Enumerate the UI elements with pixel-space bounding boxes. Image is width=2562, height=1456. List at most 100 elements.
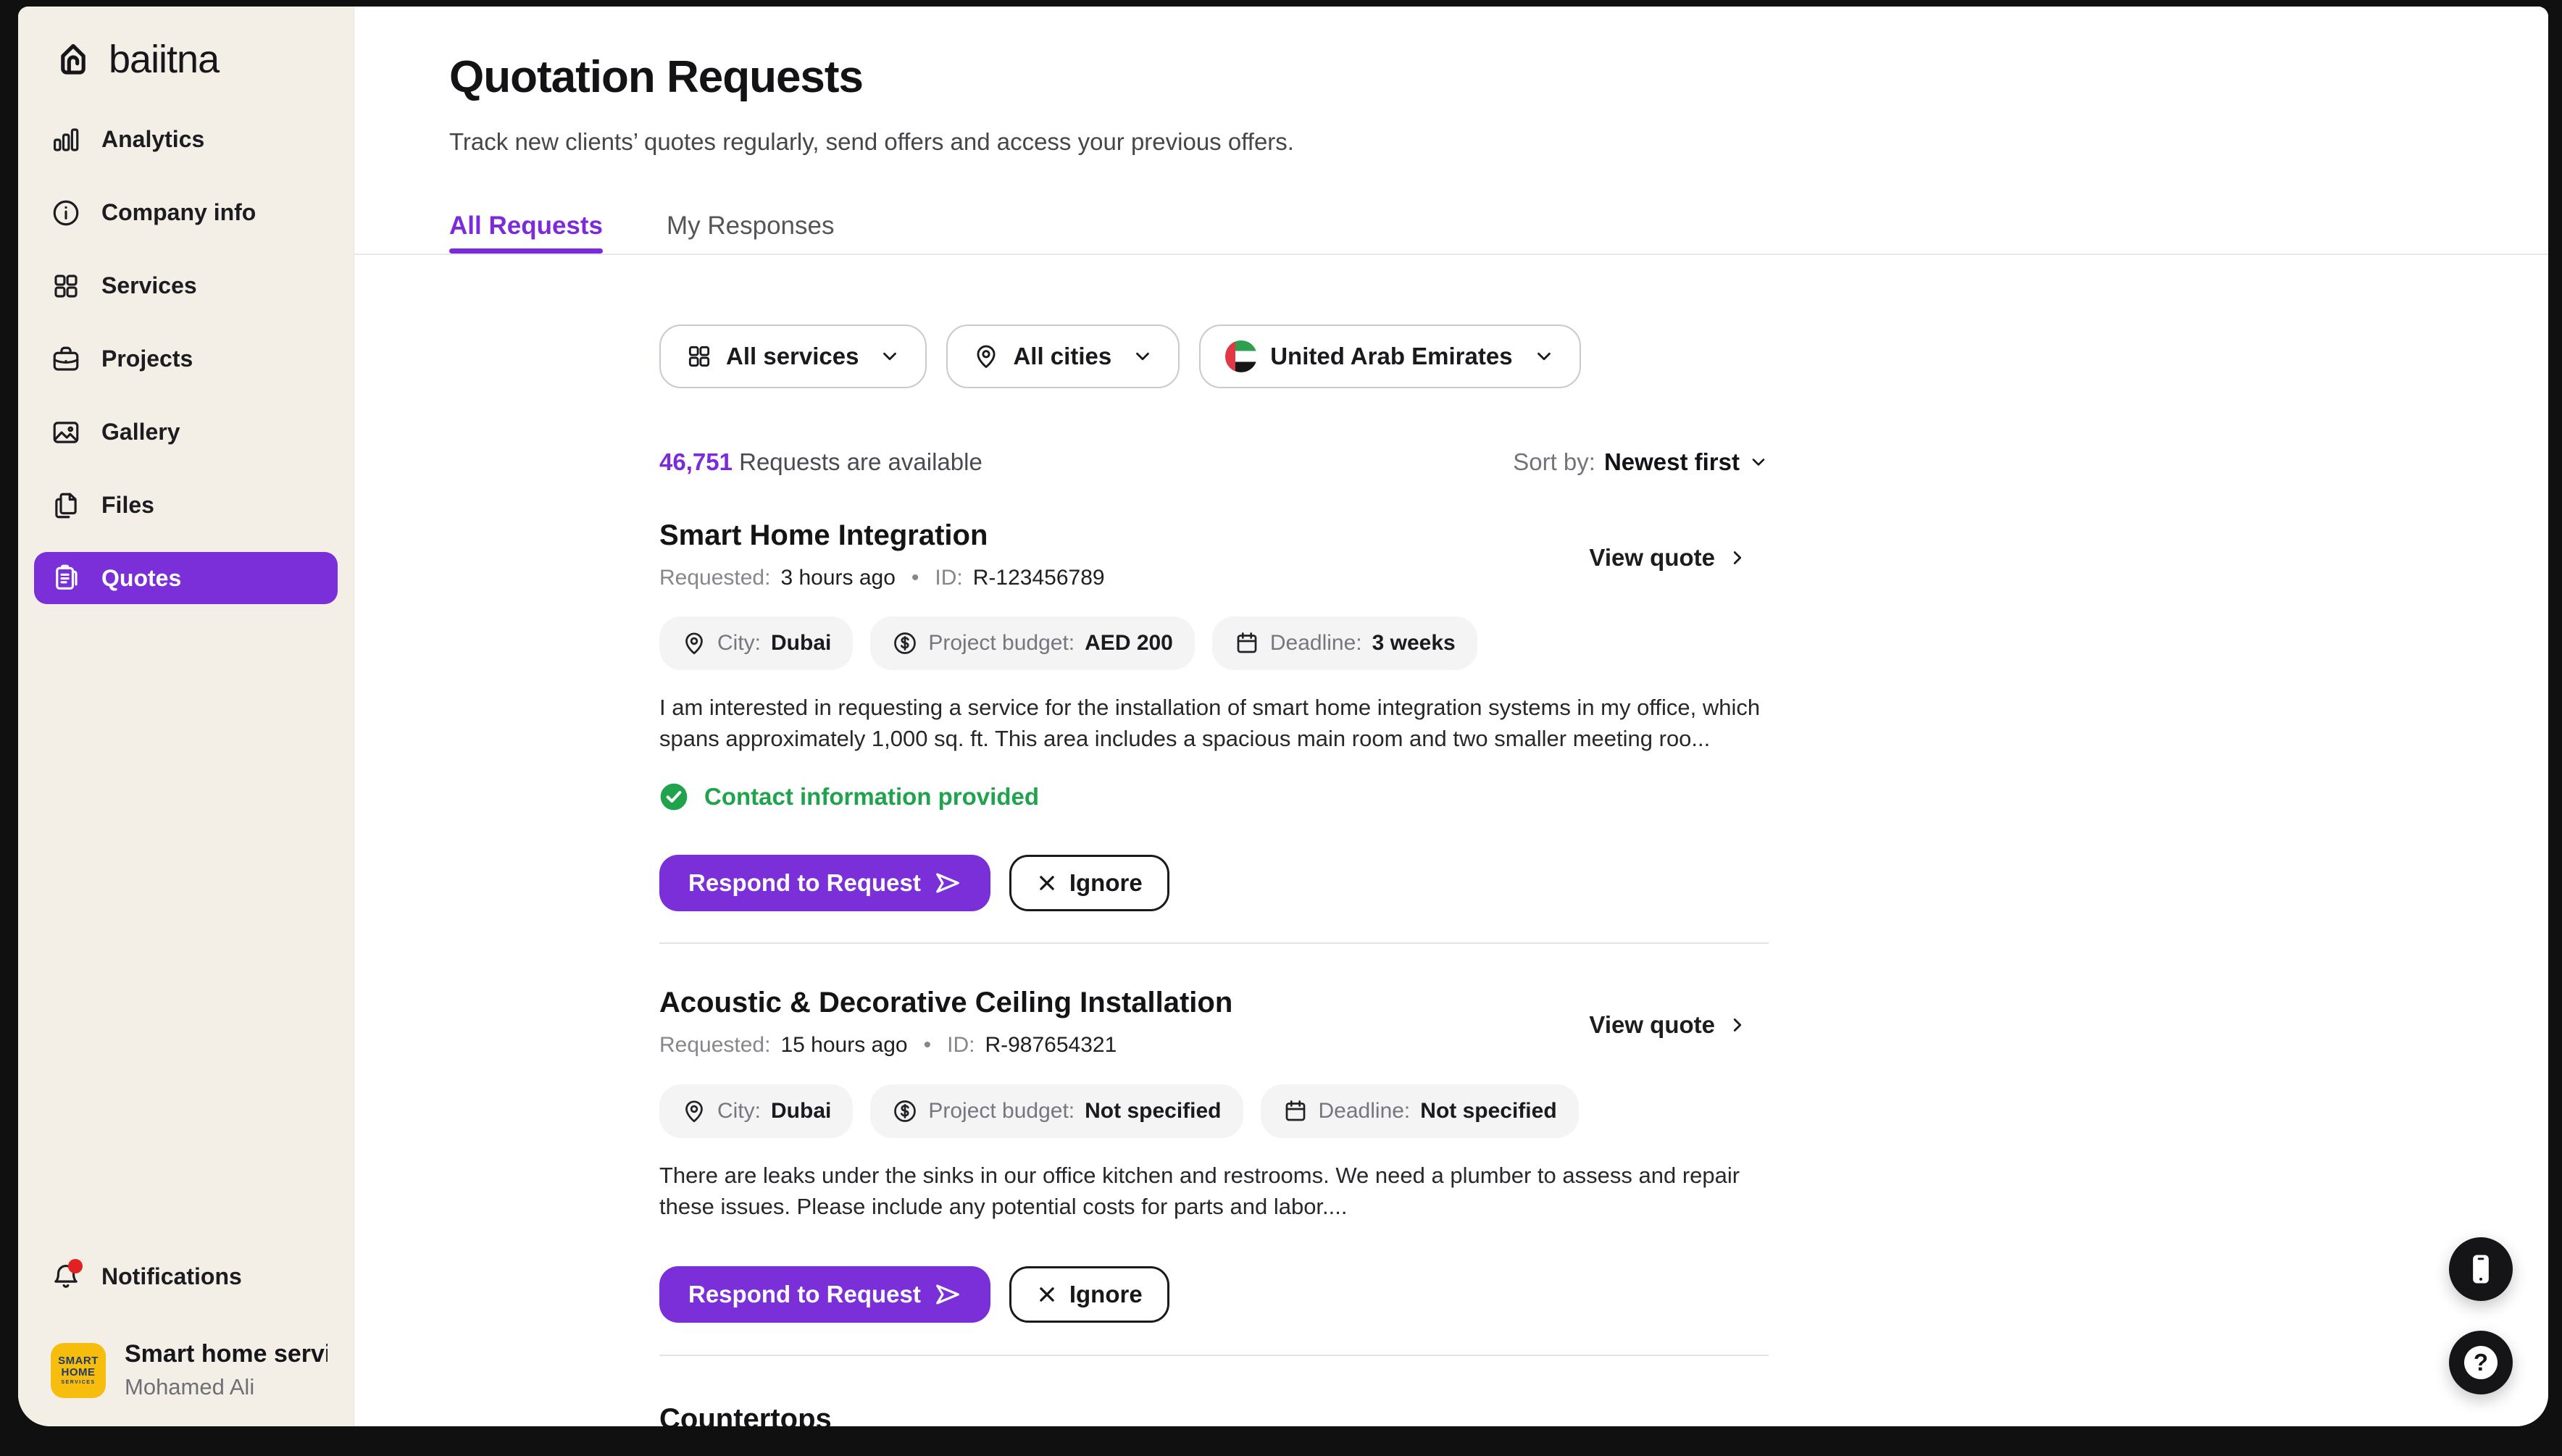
badge-value: Not specified [1085, 1099, 1221, 1124]
tab-all-requests[interactable]: All Requests [449, 212, 603, 252]
sidebar-item-label: Services [101, 272, 197, 299]
ignore-button[interactable]: Ignore [1009, 855, 1169, 911]
chevron-down-icon [1132, 346, 1153, 367]
respond-to-request-button[interactable]: Respond to Request [659, 855, 990, 911]
logo-wordmark: baiitna [109, 37, 219, 82]
sidebar-item-notifications[interactable]: Notifications [34, 1240, 338, 1313]
badge-value: AED 200 [1085, 631, 1173, 656]
chevron-down-icon [1533, 346, 1555, 367]
logo[interactable]: baiitna [51, 37, 219, 82]
country-filter-dropdown[interactable]: United Arab Emirates [1199, 325, 1580, 388]
chevron-down-icon [1748, 452, 1769, 472]
city-badge: City: Dubai [659, 1084, 853, 1138]
deadline-badge: Deadline: Not specified [1261, 1084, 1579, 1138]
contact-info-row: Contact information provided [659, 782, 1039, 811]
city-badge: City: Dubai [659, 616, 853, 670]
request-description: There are leaks under the sinks in our o… [659, 1160, 1769, 1222]
request-badges: City: Dubai Project budget: AED 200 Dead… [659, 616, 1477, 670]
question-mark-icon: ? [2464, 1346, 2498, 1379]
ignore-button[interactable]: Ignore [1009, 1266, 1169, 1323]
send-icon [934, 1281, 961, 1308]
badge-value: Dubai [771, 1099, 831, 1124]
app-window: baiitna Analytics Company info Services [18, 7, 2548, 1426]
country-filter-value: United Arab Emirates [1270, 343, 1512, 370]
location-pin-icon [681, 630, 707, 656]
view-quote-link[interactable]: View quote [1589, 544, 1748, 572]
meta-separator: • [911, 566, 919, 590]
badge-value: Dubai [771, 631, 831, 656]
sidebar-item-label: Projects [101, 346, 193, 372]
company-avatar: SMART HOME SERVICES [51, 1343, 106, 1398]
sidebar-item-files[interactable]: Files [34, 469, 338, 542]
chevron-right-icon [1727, 1014, 1748, 1036]
badge-value: 3 weeks [1372, 631, 1456, 656]
results-count-text: Requests are available [739, 448, 982, 475]
ignore-button-label: Ignore [1069, 869, 1143, 897]
badge-value: Not specified [1420, 1099, 1556, 1124]
notification-badge [68, 1259, 83, 1273]
results-count-number: 46,751 [659, 448, 733, 475]
meta-separator: • [924, 1033, 932, 1058]
close-icon [1036, 1284, 1058, 1305]
bell-icon [51, 1262, 81, 1292]
profile-row[interactable]: SMART HOME SERVICES Smart home servi... … [51, 1340, 327, 1400]
cities-filter-dropdown[interactable]: All cities [946, 325, 1180, 388]
sidebar-item-label: Analytics [101, 126, 204, 153]
avatar-text: SMART [58, 1355, 99, 1367]
services-filter-dropdown[interactable]: All services [659, 325, 927, 388]
request-title: Acoustic & Decorative Ceiling Installati… [659, 987, 1232, 1019]
grid-icon [51, 271, 81, 301]
filter-bar: All services All cities United Arab Emir… [659, 325, 1581, 388]
avatar-text: SERVICES [61, 1380, 95, 1385]
request-actions: Respond to Request Ignore [659, 1266, 1169, 1323]
badge-label: Project budget: [928, 631, 1075, 656]
sidebar-item-analytics[interactable]: Analytics [34, 103, 338, 176]
profile-text: Smart home servi... Mohamed Ali [125, 1340, 327, 1400]
phone-icon [2462, 1250, 2500, 1288]
badge-label: Deadline: [1319, 1099, 1411, 1124]
respond-to-request-button[interactable]: Respond to Request [659, 1266, 990, 1323]
clipboard-icon [51, 563, 81, 593]
requested-label: Requested: [659, 566, 770, 590]
deadline-badge: Deadline: 3 weeks [1212, 616, 1477, 670]
requested-value: 15 hours ago [780, 1033, 907, 1058]
request-description: I am interested in requesting a service … [659, 692, 1769, 754]
id-value: R-987654321 [985, 1033, 1117, 1058]
view-quote-link[interactable]: View quote [1589, 1011, 1748, 1039]
requests-panel: All services All cities United Arab Emir… [659, 7, 1769, 1426]
id-value: R-123456789 [973, 566, 1105, 590]
request-title: Countertops [659, 1403, 832, 1426]
chevron-right-icon [1727, 547, 1748, 569]
sidebar-item-quotes[interactable]: Quotes [34, 552, 338, 604]
badge-label: City: [717, 631, 761, 656]
respond-button-label: Respond to Request [688, 1281, 921, 1308]
request-meta: Requested: 15 hours ago • ID: R-98765432… [659, 1033, 1117, 1058]
grid-icon [685, 343, 713, 370]
respond-button-label: Respond to Request [688, 869, 921, 897]
request-actions: Respond to Request Ignore [659, 855, 1169, 911]
card-divider [659, 942, 1769, 944]
location-pin-icon [972, 343, 1000, 370]
sidebar-nav: Analytics Company info Services Projects [34, 103, 338, 614]
sort-dropdown[interactable]: Sort by: Newest first [1513, 448, 1769, 476]
sidebar: baiitna Analytics Company info Services [18, 7, 354, 1426]
request-meta: Requested: 3 hours ago • ID: R-123456789 [659, 566, 1105, 590]
sidebar-item-label: Files [101, 492, 154, 519]
sidebar-item-projects[interactable]: Projects [34, 322, 338, 396]
files-icon [51, 490, 81, 521]
services-filter-value: All services [726, 343, 859, 370]
location-pin-icon [681, 1098, 707, 1124]
sidebar-item-gallery[interactable]: Gallery [34, 396, 338, 469]
sidebar-item-label: Company info [101, 199, 256, 226]
sidebar-item-services[interactable]: Services [34, 249, 338, 322]
contact-info-text: Contact information provided [704, 783, 1039, 811]
id-label: ID: [947, 1033, 975, 1058]
info-icon [51, 198, 81, 228]
sidebar-item-company-info[interactable]: Company info [34, 176, 338, 249]
contact-phone-button[interactable] [2449, 1237, 2513, 1301]
bar-chart-icon [51, 125, 81, 155]
results-header: 46,751 Requests are available Sort by: N… [659, 448, 1769, 476]
check-circle-icon [659, 782, 688, 811]
help-button[interactable]: ? [2449, 1331, 2513, 1394]
badge-label: Project budget: [928, 1099, 1075, 1124]
